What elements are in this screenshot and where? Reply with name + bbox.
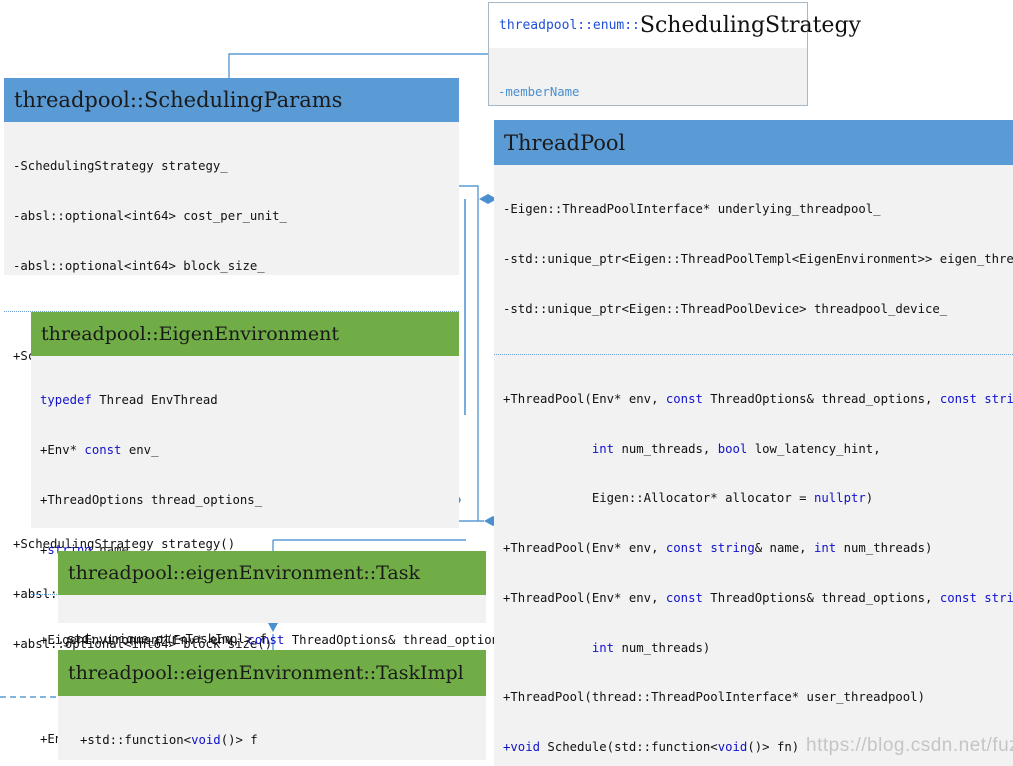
attribute-row: -std::unique_ptr<Eigen::ThreadPoolTempl<… [503,251,1013,266]
method-row: int num_threads) [591,640,711,655]
section-divider [494,353,1013,355]
attribute-row: typedef Thread EnvThread [40,393,218,408]
class-box-thread-pool[interactable]: ThreadPool -Eigen::ThreadPoolInterface* … [494,120,1013,766]
uml-diagram-canvas: threadpool::enum:: SchedulingStrategy -me… [0,0,1013,766]
enum-body: -memberName kAdaptive kFixedBlockSize [488,48,808,199]
scheduling-params-body: -SchedulingStrategy strategy_ -absl::opt… [4,122,459,651]
task-title: threadpool::eigenEnvironment::Task [58,551,486,595]
task-impl-title: threadpool::eigenEnvironment::TaskImpl [58,650,486,696]
thread-pool-title: ThreadPool [494,120,1013,165]
class-box-eigen-environment[interactable]: threadpool::EigenEnvironment typedef Thr… [31,312,514,746]
method-row: +ThreadPool(Env* env, const ThreadOption… [503,590,1013,605]
thread-pool-body: -Eigen::ThreadPoolInterface* underlying_… [494,165,1013,766]
connector-params-to-threadpool-a [458,185,479,199]
eigen-environment-body: typedef Thread EnvThread +Env* const env… [31,356,514,746]
task-impl-body: +std::function<void()> f +Context contex… [58,696,486,760]
attribute-row: -absl::optional<int64> block_size_ [13,258,265,273]
attribute-row: +std::function<void()> f [80,733,258,748]
class-box-task-impl[interactable]: threadpool::eigenEnvironment::TaskImpl +… [58,650,486,760]
method-row: +ThreadPool(Env* env, const string& name… [503,541,933,556]
eigen-environment-title: threadpool::EigenEnvironment [31,312,459,356]
method-row: +ThreadPool(thread::ThreadPoolInterface*… [503,690,925,705]
enum-name: SchedulingStrategy [639,13,861,38]
watermark: https://blog.csdn.net/fuzi2012 [806,735,1013,756]
method-row: +ThreadPool(Env* env, const ThreadOption… [503,391,1013,406]
scheduling-params-title: threadpool::SchedulingParams [4,78,459,122]
attribute-row: -SchedulingStrategy strategy_ [13,159,228,174]
enum-header: threadpool::enum:: SchedulingStrategy [488,2,861,48]
attribute-row: -std::unique_ptr<Eigen::ThreadPoolDevice… [503,301,948,316]
method-row: int num_threads, bool low_latency_hint, [591,441,881,456]
class-box-task[interactable]: threadpool::eigenEnvironment::Task std::… [58,551,486,646]
attribute-row: +Env* const env_ [40,442,159,457]
class-box-scheduling-params[interactable]: threadpool::SchedulingParams -Scheduling… [4,78,459,651]
enum-member-label: -memberName [498,85,580,100]
connector-eigenenv-to-threadpool [455,500,484,522]
class-box-scheduling-strategy-enum[interactable]: threadpool::enum:: SchedulingStrategy -me… [488,2,861,199]
attribute-row: -absl::optional<int64> cost_per_unit_ [13,208,287,223]
attribute-row: +ThreadOptions thread_options_ [40,492,263,507]
enum-namespace: threadpool::enum:: [499,18,640,33]
attribute-row: std::unique_ptr<TaskImpl> f [67,632,267,647]
method-row: Eigen::Allocator* allocator = nullptr) [503,491,874,506]
task-body: std::unique_ptr<TaskImpl> f [58,595,486,646]
attribute-row: -Eigen::ThreadPoolInterface* underlying_… [503,202,881,217]
